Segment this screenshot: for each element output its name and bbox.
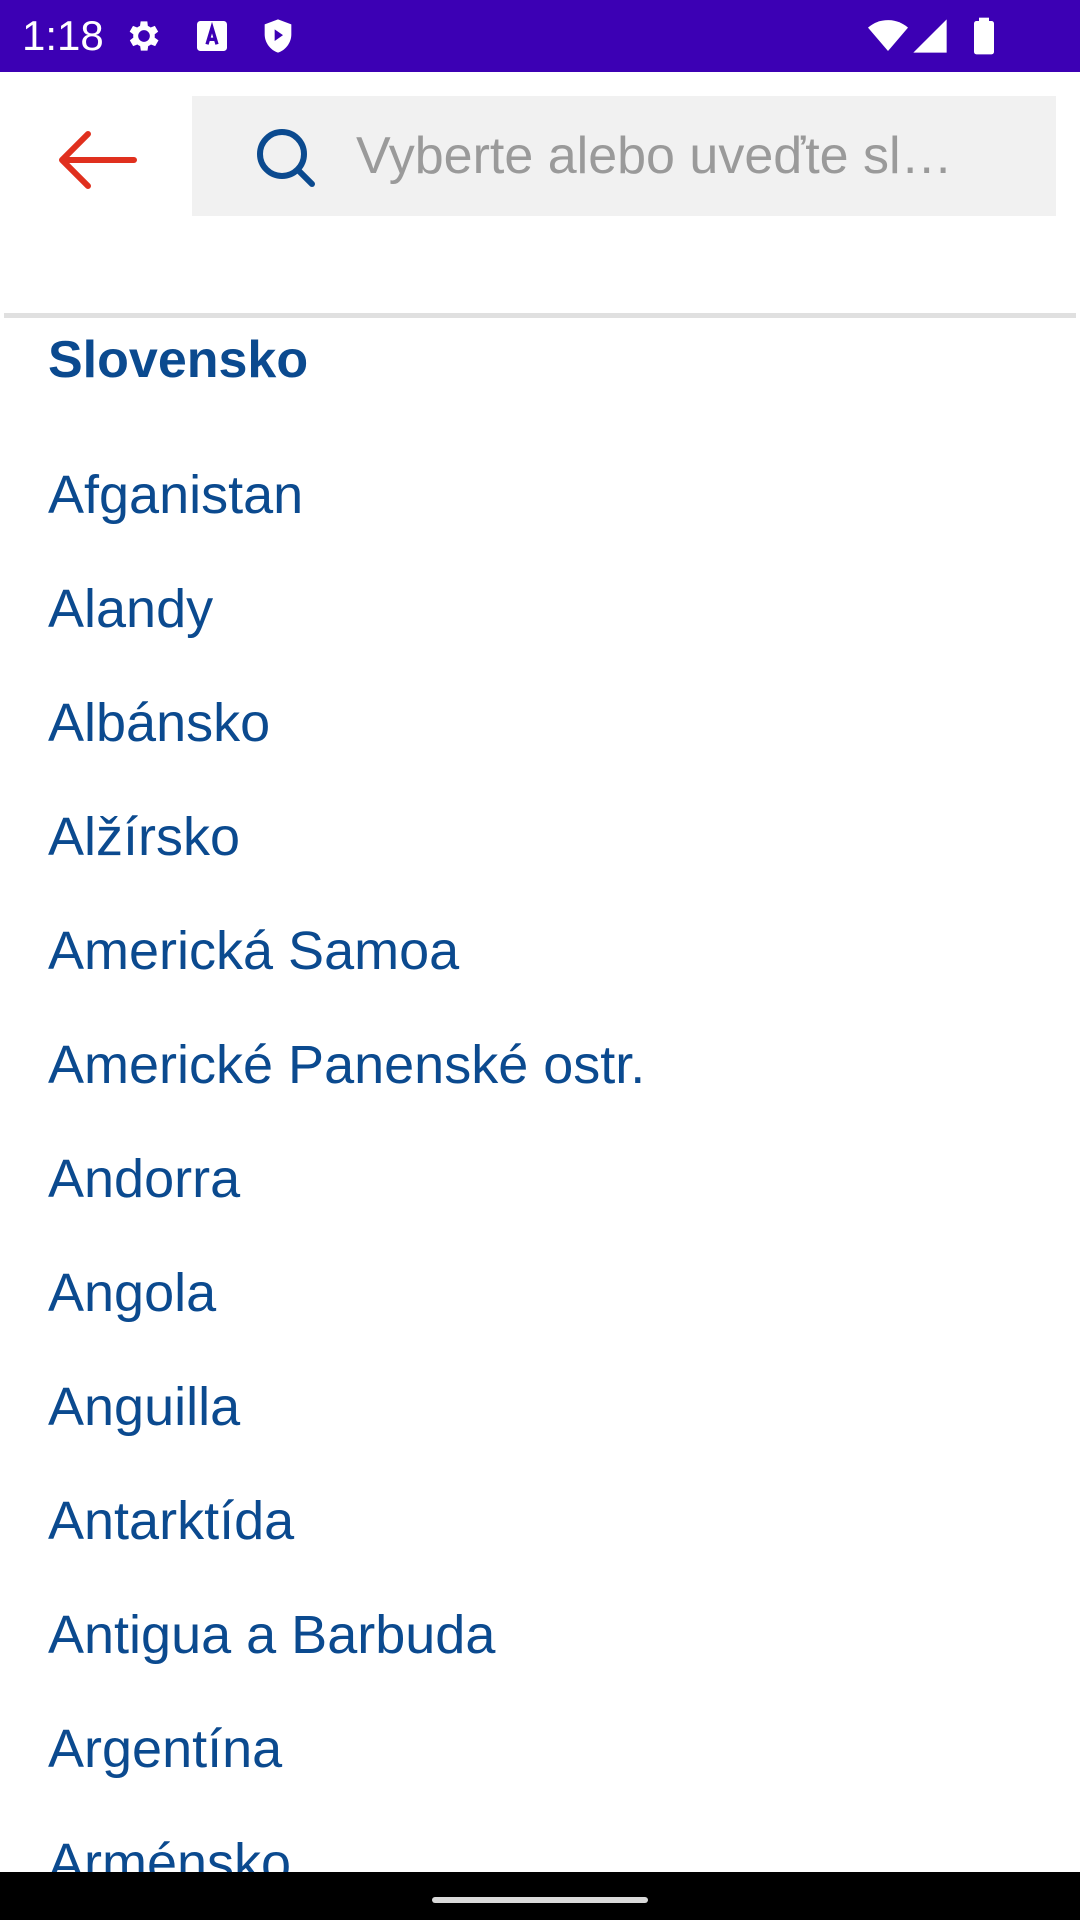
back-button[interactable] bbox=[48, 112, 144, 208]
list-item[interactable]: Antigua a Barbuda bbox=[0, 1578, 1080, 1692]
signal-icon bbox=[910, 16, 950, 56]
status-bar: 1:18 bbox=[0, 0, 1080, 72]
list-item[interactable]: Alandy bbox=[0, 552, 1080, 666]
navigation-bar bbox=[0, 1872, 1080, 1920]
list-item[interactable]: Antarktída bbox=[0, 1464, 1080, 1578]
search-icon bbox=[254, 126, 318, 190]
list-item[interactable]: Argentína bbox=[0, 1692, 1080, 1806]
list-item[interactable]: Americká Samoa bbox=[0, 894, 1080, 1008]
home-handle[interactable] bbox=[432, 1897, 648, 1903]
search-header bbox=[0, 72, 1080, 318]
list-item[interactable]: Alžírsko bbox=[0, 780, 1080, 894]
settings-icon bbox=[124, 16, 164, 56]
search-input[interactable] bbox=[356, 114, 1016, 198]
battery-icon bbox=[964, 16, 1004, 56]
wifi-icon bbox=[864, 16, 912, 56]
list-item[interactable]: Afganistan bbox=[0, 438, 1080, 552]
search-box[interactable] bbox=[192, 96, 1056, 216]
keyboard-a-icon bbox=[192, 16, 232, 56]
list-item[interactable]: Anguilla bbox=[0, 1350, 1080, 1464]
country-list-container: Slovensko Afganistan Alandy Albánsko Alž… bbox=[0, 246, 1080, 1872]
list-item[interactable]: Arménsko bbox=[0, 1806, 1080, 1872]
list-item[interactable]: Angola bbox=[0, 1236, 1080, 1350]
list-item[interactable]: Andorra bbox=[0, 1122, 1080, 1236]
list-item[interactable]: Albánsko bbox=[0, 666, 1080, 780]
country-list: Afganistan Alandy Albánsko Alžírsko Amer… bbox=[0, 438, 1080, 1872]
list-item[interactable]: Americké Panenské ostr. bbox=[0, 1008, 1080, 1122]
selected-country[interactable]: Slovensko bbox=[48, 328, 308, 392]
play-protect-icon bbox=[258, 16, 298, 56]
arrow-left-icon bbox=[59, 131, 137, 189]
status-time: 1:18 bbox=[22, 12, 104, 59]
